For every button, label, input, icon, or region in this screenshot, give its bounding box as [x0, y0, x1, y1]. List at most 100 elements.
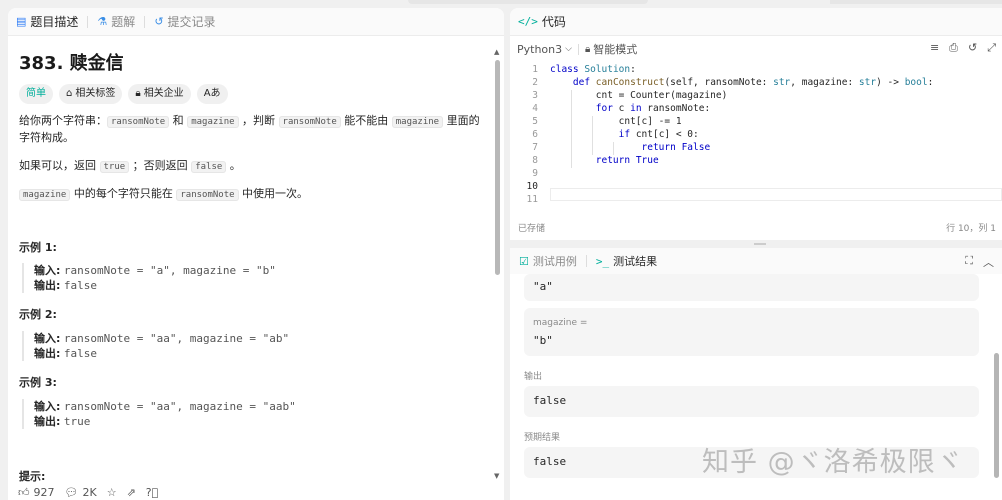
tab-solutions-label: 题解 — [111, 15, 136, 29]
example-output: false — [63, 347, 98, 360]
line-number: 9 — [532, 168, 538, 179]
document-icon: ▤ — [16, 15, 27, 28]
chevron-up-icon[interactable]: ︿ — [983, 254, 994, 270]
text: ；否则返回 — [129, 159, 192, 172]
example-1-title: 示例 1: — [19, 241, 57, 254]
description-paragraph-1: 给你两个字符串： ransomNote 和 magazine ，判断 ransom… — [19, 113, 484, 146]
difficulty-badge[interactable]: 简单 — [19, 84, 53, 104]
line-number: 1 — [532, 64, 538, 75]
code-editor[interactable]: 1 2 3 4 5 6 7 8 9 10 11 class Solution: … — [510, 64, 1002, 214]
code-line: return True — [595, 155, 659, 166]
problem-tags: 简单 ⌂ 相关标签 🔒︎ 相关企业 Aあ — [19, 84, 484, 104]
code-line: def canConstruct(self, ransomNote: str, … — [572, 77, 934, 88]
description-tabbar: ▤ 题目描述 ⚗ 题解 ↺ 提交记录 — [8, 8, 504, 36]
smart-mode-toggle[interactable]: 🔒︎ 智能模式 — [585, 41, 637, 57]
tab-solutions[interactable]: ⚗ 题解 — [97, 13, 135, 30]
text: 能不能由 — [340, 114, 392, 127]
example-output: true — [63, 415, 91, 428]
magazine-label: magazine = — [533, 318, 588, 328]
problem-title[interactable]: 383. 赎金信 — [19, 52, 484, 76]
example-2-block: 输入: ransomNote = "aa", magazine = "ab" 输… — [22, 331, 289, 361]
favorite-button[interactable]: ☆ — [107, 486, 117, 499]
drag-handle[interactable] — [754, 243, 766, 245]
example-input: ransomNote = "a", magazine = "b" — [63, 264, 276, 277]
result-scrollbar-thumb[interactable] — [994, 353, 999, 478]
description-footer: 👍︎ 927 💬︎ 2K ☆ ⇗ ?⃝ — [8, 485, 504, 500]
inline-code: magazine — [187, 116, 239, 128]
example-2-title: 示例 2: — [19, 308, 57, 321]
watermark: 知乎 @ヾ洛希极限ヾ — [702, 447, 964, 478]
bookmark-icon[interactable]: ⎙ — [949, 41, 958, 55]
output-value: false — [533, 394, 567, 407]
fullscreen-icon[interactable]: ⤢ — [987, 41, 996, 55]
input-value-box: "a" — [524, 274, 979, 301]
topics-tag-button[interactable]: ⌂ 相关标签 — [59, 84, 123, 104]
tab-code-label: 代码 — [541, 15, 566, 29]
text: 中使用一次。 — [238, 187, 309, 200]
reset-icon[interactable]: ↺ — [968, 41, 977, 55]
flask-icon: ⚗ — [97, 15, 108, 28]
example-3-title: 示例 3: — [19, 376, 57, 389]
line-number: 2 — [532, 77, 538, 88]
companies-tag-button[interactable]: 🔒︎ 相关企业 — [128, 84, 191, 104]
checkbox-icon: ☑ — [519, 254, 529, 268]
text: ，判断 — [238, 114, 279, 127]
text: 如果可以，返回 — [19, 159, 100, 172]
input-label: 输入: — [34, 400, 61, 413]
tab-separator — [144, 15, 146, 28]
expected-label: 预期结果 — [524, 433, 561, 443]
cursor-position: 行 10，列 1 — [946, 224, 996, 234]
font-toggle-button[interactable]: Aあ — [196, 84, 228, 104]
tab-code[interactable]: </> 代码 — [518, 13, 566, 30]
code-panel: </> 代码 Python3 ⌵ 🔒︎ 智能模式 ≡ ⎙ ↺ ⤢ 1 2 3 4… — [510, 8, 1002, 240]
input-label: 输入: — [34, 332, 61, 345]
description-paragraph-3: magazine 中的每个字符只能在 ransomNote 中使用一次。 — [19, 186, 484, 203]
help-button[interactable]: ?⃝ — [146, 486, 158, 499]
tab-submissions[interactable]: ↺ 提交记录 — [154, 13, 215, 30]
example-input: ransomNote = "aa", magazine = "ab" — [63, 332, 290, 345]
format-icon[interactable]: ≡ — [930, 41, 939, 55]
comments-button[interactable]: 💬︎ 2K — [65, 486, 97, 499]
current-line-highlight — [550, 188, 1002, 201]
language-select[interactable]: Python3 ⌵ — [517, 43, 572, 56]
line-number: 5 — [532, 116, 538, 127]
like-button[interactable]: 👍︎ 927 — [18, 486, 55, 499]
scroll-up-icon[interactable]: ▲ — [494, 48, 499, 56]
code-line: cnt[c] -= 1 — [550, 116, 682, 127]
tab-separator — [87, 15, 89, 28]
chevron-down-icon: ⌵ — [565, 44, 572, 54]
example-output: false — [63, 279, 98, 292]
text: 。 — [226, 159, 241, 172]
help-icon: ?⃝ — [145, 486, 159, 499]
history-icon: ↺ — [154, 15, 164, 28]
code-line: for c in ransomNote: — [595, 103, 711, 114]
thumbs-up-icon: 👍︎ — [18, 486, 30, 499]
line-number: 10 — [526, 181, 538, 192]
expand-icon[interactable]: ⛶ — [965, 254, 973, 270]
code-icon: </> — [518, 15, 538, 28]
tab-test-result[interactable]: >_ 测试结果 — [596, 253, 657, 269]
inline-code: magazine — [19, 189, 71, 201]
app-root: ▤ 题目描述 ⚗ 题解 ↺ 提交记录 383. 赎金信 简单 ⌂ 相关标签 🔒︎… — [0, 0, 1002, 500]
example-3-block: 输入: ransomNote = "aa", magazine = "aab" … — [22, 399, 296, 429]
scrollbar-thumb[interactable] — [495, 60, 500, 275]
line-number: 3 — [532, 90, 538, 101]
line-number: 7 — [532, 142, 538, 153]
share-icon: ⇗ — [126, 486, 136, 499]
inline-code: false — [191, 161, 227, 173]
share-button[interactable]: ⇗ — [127, 486, 136, 499]
scroll-down-icon[interactable]: ▼ — [494, 472, 499, 480]
like-count: 927 — [33, 486, 55, 499]
tab-description[interactable]: ▤ 题目描述 — [16, 13, 78, 30]
inline-code: ransomNote — [107, 116, 170, 128]
lock-icon: 🔒︎ — [584, 43, 591, 55]
terminal-icon: >_ — [595, 254, 610, 268]
output-label: 输出 — [524, 372, 543, 382]
inline-code: ransomNote — [278, 116, 341, 128]
description-paragraph-2: 如果可以，返回 true ；否则返回 false 。 — [19, 158, 484, 175]
tab-testcase[interactable]: ☑ 测试用例 — [519, 253, 577, 269]
description-scrollbar[interactable]: ▲ ▼ — [494, 48, 501, 488]
top-strip-right — [830, 0, 1002, 4]
panel-splitter[interactable] — [510, 240, 1002, 248]
tab-separator — [585, 255, 587, 267]
